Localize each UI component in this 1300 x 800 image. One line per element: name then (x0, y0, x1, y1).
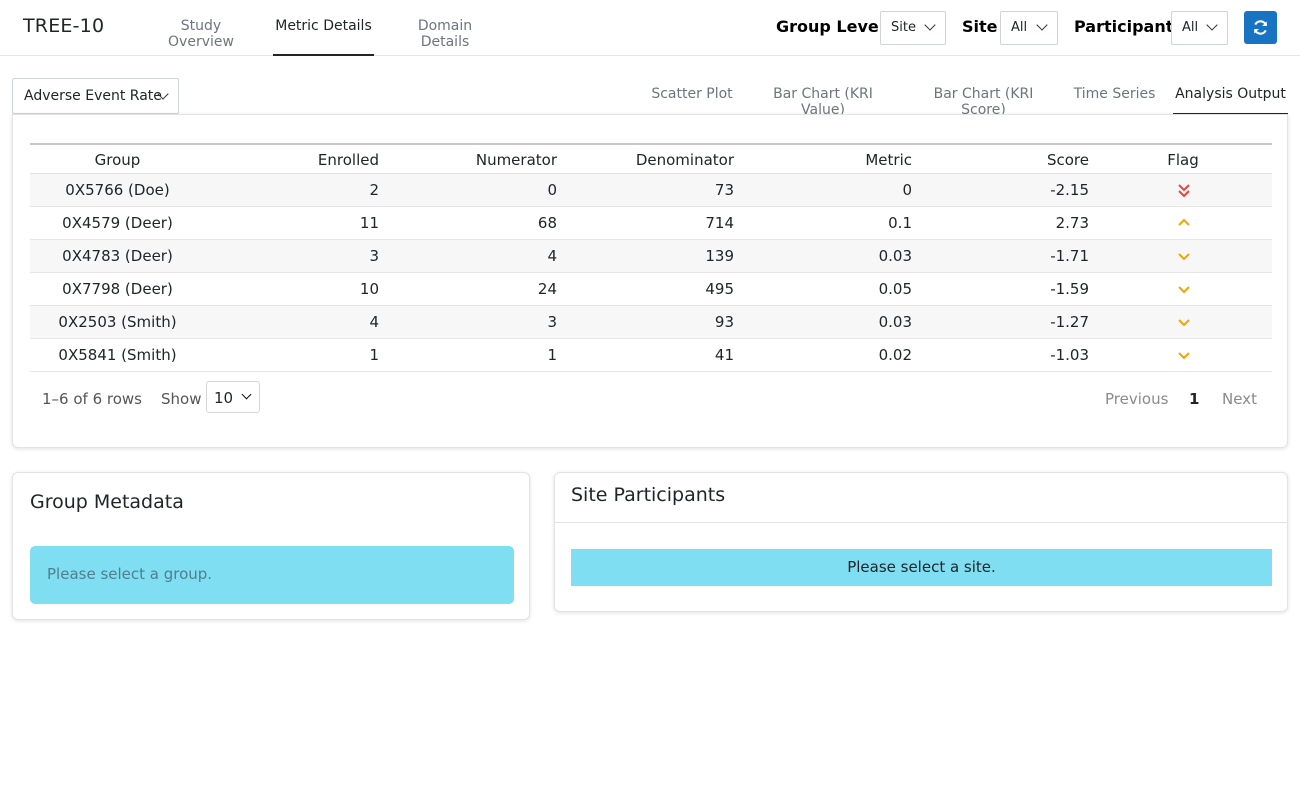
tab-bar-chart-kri-score[interactable]: Bar Chart (KRI Score) (912, 86, 1055, 118)
cell-denominator: 139 (705, 247, 734, 265)
cell-metric: 0.03 (878, 313, 912, 331)
cell-group: 0X5841 (Smith) (58, 346, 177, 364)
pagination-next[interactable]: Next (1222, 390, 1257, 408)
cell-score: -1.27 (1050, 313, 1089, 331)
tab-study-overview[interactable]: Study Overview (146, 18, 256, 56)
participant-label: Participant (1074, 17, 1174, 36)
chevron-down-icon (1178, 253, 1190, 261)
cell-enrolled: 3 (369, 247, 379, 265)
tab-domain-details[interactable]: Domain Details (392, 18, 498, 56)
cell-numerator: 3 (547, 313, 557, 331)
tab-analysis-output[interactable]: Analysis Output (1173, 86, 1288, 115)
metric-select[interactable]: Adverse Event Rate (12, 78, 179, 114)
site-participants-alert: Please select a site. (571, 549, 1272, 586)
group-level-label: Group Level (776, 17, 885, 36)
cell-score: -1.71 (1050, 247, 1089, 265)
chevron-down-icon (1206, 19, 1218, 31)
column-header-enrolled[interactable]: Enrolled (230, 151, 379, 169)
column-header-flag[interactable]: Flag (1150, 151, 1216, 169)
column-header-score[interactable]: Score (930, 151, 1089, 169)
pagination-previous[interactable]: Previous (1105, 390, 1168, 408)
table-row[interactable]: 0X4783 (Deer) 3 4 139 0.03 -1.71 (30, 240, 1272, 273)
tab-metric-details[interactable]: Metric Details (273, 18, 374, 56)
refresh-button[interactable] (1244, 11, 1277, 44)
table-row[interactable]: 0X5841 (Smith) 1 1 41 0.02 -1.03 (30, 339, 1272, 372)
cell-enrolled: 10 (359, 280, 379, 298)
cell-group: 0X7798 (Deer) (62, 280, 173, 298)
table-row[interactable]: 0X4579 (Deer) 11 68 714 0.1 2.73 (30, 207, 1272, 240)
cell-enrolled: 11 (359, 214, 379, 232)
show-label: Show (161, 390, 202, 408)
cell-numerator: 24 (537, 280, 557, 298)
cell-numerator: 0 (547, 181, 557, 199)
table-header: Group Enrolled Numerator Denominator Met… (30, 143, 1272, 174)
cell-score: -1.03 (1050, 346, 1089, 364)
site-value: All (1011, 20, 1028, 35)
cell-enrolled: 1 (369, 346, 379, 364)
site-label: Site (962, 17, 998, 36)
page-size-value: 10 (214, 389, 234, 407)
cell-denominator: 495 (705, 280, 734, 298)
cell-score: -2.15 (1050, 181, 1089, 199)
chevron-down-icon (1036, 19, 1048, 31)
cell-group: 0X4579 (Deer) (62, 214, 173, 232)
tab-time-series[interactable]: Time Series (1073, 86, 1156, 115)
analysis-table: Group Enrolled Numerator Denominator Met… (30, 143, 1272, 372)
tab-scatter-plot[interactable]: Scatter Plot (650, 86, 734, 115)
group-metadata-title: Group Metadata (30, 491, 184, 513)
cell-numerator: 1 (547, 346, 557, 364)
row-count-info: 1–6 of 6 rows (42, 390, 142, 408)
metric-select-value: Adverse Event Rate (24, 88, 162, 104)
tab-bar-chart-kri-value[interactable]: Bar Chart (KRI Value) (751, 86, 895, 118)
chevron-up-icon (1178, 218, 1190, 226)
group-level-value: Site (891, 20, 916, 35)
table-row[interactable]: 0X7798 (Deer) 10 24 495 0.05 -1.59 (30, 273, 1272, 306)
cell-denominator: 41 (714, 346, 734, 364)
site-participants-header: Site Participants (555, 473, 1287, 523)
cell-group: 0X5766 (Doe) (65, 181, 170, 199)
cell-enrolled: 4 (369, 313, 379, 331)
pagination-page-1[interactable]: 1 (1189, 390, 1199, 408)
chevron-down-icon (1178, 319, 1190, 327)
cell-denominator: 714 (705, 214, 734, 232)
group-level-select[interactable]: Site (880, 11, 946, 45)
cell-score: 2.73 (1055, 214, 1089, 232)
chevron-down-icon (1178, 352, 1190, 360)
cell-metric: 0.1 (888, 214, 912, 232)
participant-value: All (1182, 20, 1199, 35)
chevron-down-icon (924, 19, 936, 31)
cell-metric: 0.05 (878, 280, 912, 298)
cell-metric: 0.03 (878, 247, 912, 265)
cell-denominator: 93 (714, 313, 734, 331)
column-header-numerator[interactable]: Numerator (410, 151, 557, 169)
column-header-group[interactable]: Group (30, 151, 205, 169)
cell-numerator: 68 (537, 214, 557, 232)
cell-numerator: 4 (547, 247, 557, 265)
chevron-down-icon (241, 389, 252, 400)
chevron-down-icon (1178, 286, 1190, 294)
top-navbar: TREE-10 Study Overview Metric Details Do… (0, 0, 1300, 56)
column-header-denominator[interactable]: Denominator (590, 151, 734, 169)
app-title: TREE-10 (23, 15, 105, 37)
site-participants-title: Site Participants (571, 484, 726, 506)
double-chevron-down-icon (1178, 184, 1190, 198)
page-size-select[interactable]: 10 (206, 381, 260, 413)
cell-group: 0X2503 (Smith) (58, 313, 177, 331)
group-metadata-card: Group Metadata Please select a group. (12, 472, 530, 620)
table-row[interactable]: 0X5766 (Doe) 2 0 73 0 -2.15 (30, 174, 1272, 207)
site-select[interactable]: All (1000, 11, 1058, 45)
refresh-icon (1253, 20, 1268, 35)
site-participants-card: Site Participants Please select a site. (554, 472, 1288, 612)
cell-metric: 0.02 (878, 346, 912, 364)
cell-denominator: 73 (714, 181, 734, 199)
analysis-output-card: Group Enrolled Numerator Denominator Met… (12, 114, 1288, 448)
table-row[interactable]: 0X2503 (Smith) 4 3 93 0.03 -1.27 (30, 306, 1272, 339)
column-header-metric[interactable]: Metric (770, 151, 912, 169)
cell-enrolled: 2 (369, 181, 379, 199)
cell-metric: 0 (902, 181, 912, 199)
participant-select[interactable]: All (1171, 11, 1228, 45)
group-metadata-alert: Please select a group. (30, 546, 514, 604)
cell-score: -1.59 (1050, 280, 1089, 298)
cell-group: 0X4783 (Deer) (62, 247, 173, 265)
